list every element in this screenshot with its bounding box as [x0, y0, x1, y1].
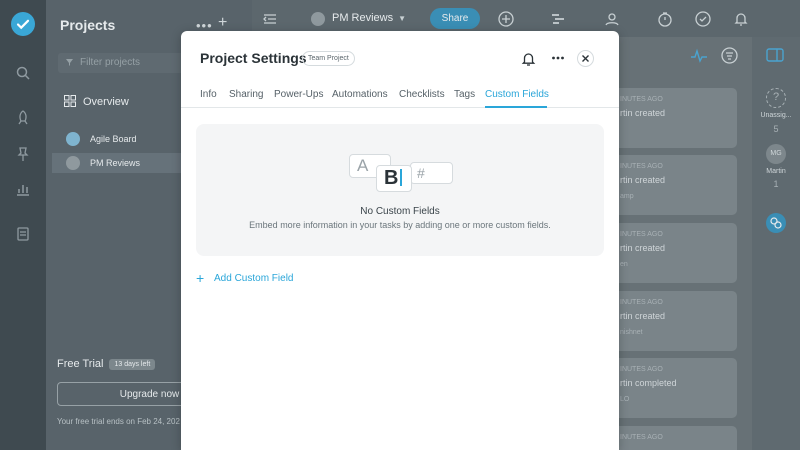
document-icon[interactable]	[15, 226, 31, 242]
empty-state-panel: A # B No Custom Fields Embed more inform…	[196, 124, 604, 256]
add-assignee-icon[interactable]	[766, 213, 786, 233]
bell-icon[interactable]	[733, 11, 749, 27]
gantt-icon[interactable]	[550, 11, 566, 27]
card-meta: INUTES AGO	[620, 434, 663, 441]
add-project-button[interactable]: +	[218, 14, 227, 32]
field-tile-letter: B	[384, 167, 399, 189]
chart-icon[interactable]	[15, 181, 31, 197]
card-meta: INUTES AGO	[620, 96, 663, 103]
empty-state-title: No Custom Fields	[360, 206, 440, 217]
close-icon[interactable]	[577, 50, 594, 67]
free-trial-title: Free Trial	[57, 358, 104, 370]
chevron-down-icon: ▼	[398, 14, 407, 23]
card-text: rtin created	[620, 243, 666, 253]
search-icon[interactable]	[15, 65, 31, 81]
plus-icon: +	[196, 270, 205, 286]
text-caret-icon	[400, 169, 403, 186]
project-avatar	[66, 156, 80, 170]
activity-card[interactable]: INUTES AGO rtin created nishnet	[610, 291, 737, 351]
activity-card[interactable]: INUTES AGO rtin completed LO	[610, 358, 737, 418]
project-label: Agile Board	[90, 134, 137, 144]
activity-icon[interactable]	[690, 48, 708, 64]
project-name: PM Reviews	[332, 12, 394, 24]
check-circle-icon[interactable]	[695, 11, 711, 27]
field-tile-number-icon: #	[410, 162, 453, 184]
filter-placeholder: Filter projects	[80, 57, 141, 68]
project-name-dropdown[interactable]: PM Reviews ▼	[332, 12, 406, 24]
card-text: rtin created	[620, 311, 666, 321]
card-sub: nishnet	[620, 329, 643, 336]
card-text: rtin created	[620, 108, 666, 118]
card-sub: en	[620, 261, 628, 268]
unassigned-avatar-icon[interactable]: ?	[766, 88, 786, 108]
unassigned-count: 5	[773, 124, 779, 134]
overview-link[interactable]: Overview	[64, 95, 129, 108]
assignee-column: ? Unassig... 5 MG Martin 1	[752, 37, 800, 450]
unassigned-label: Unassig...	[760, 112, 792, 119]
projects-title: Projects	[60, 17, 116, 33]
card-text: rtin completed	[620, 378, 677, 388]
share-button[interactable]: Share	[430, 8, 480, 29]
activity-card[interactable]: INUTES AGO	[610, 426, 737, 450]
tab-custom-fields[interactable]: Custom Fields	[485, 89, 549, 100]
add-custom-field-button[interactable]: + Add Custom Field	[196, 270, 293, 286]
card-meta: INUTES AGO	[620, 299, 663, 306]
activity-card[interactable]: INUTES AGO rtin created en	[610, 223, 737, 283]
martin-count: 1	[773, 179, 779, 189]
rocket-icon[interactable]	[15, 110, 31, 126]
card-sub: amp	[620, 193, 634, 200]
team-project-badge: Team Project	[302, 51, 355, 66]
tab-power-ups[interactable]: Power-Ups	[274, 89, 323, 100]
tab-tags[interactable]: Tags	[454, 89, 475, 100]
card-meta: INUTES AGO	[620, 366, 663, 373]
project-avatar-icon	[310, 11, 326, 27]
add-circle-icon[interactable]	[498, 11, 514, 27]
martin-avatar[interactable]: MG	[766, 144, 786, 164]
app-icon-bar	[0, 0, 46, 450]
active-tab-indicator	[485, 106, 547, 108]
modal-title: Project Settings	[200, 50, 307, 66]
grid-icon	[64, 95, 76, 107]
activity-card[interactable]: INUTES AGO rtin created amp	[610, 155, 737, 215]
free-trial-section: Free Trial 13 days left	[57, 358, 156, 370]
field-tile-cursor-icon: B	[376, 165, 412, 192]
project-settings-modal: Project Settings Team Project Info Shari…	[181, 31, 619, 450]
card-meta: INUTES AGO	[620, 163, 663, 170]
pin-icon[interactable]	[15, 146, 31, 162]
filter-icon	[65, 58, 74, 70]
card-sub: LO	[620, 396, 630, 403]
app-logo-icon[interactable]	[11, 12, 35, 36]
tab-info[interactable]: Info	[200, 89, 217, 100]
filter-circle-icon[interactable]	[721, 47, 738, 64]
card-meta: INUTES AGO	[620, 231, 663, 238]
settings-tabs: Info Sharing Power-Ups Automations Check…	[181, 84, 619, 108]
notification-bell-icon[interactable]	[521, 51, 536, 67]
team-icon[interactable]	[604, 11, 620, 27]
layout-toggle-icon[interactable]	[766, 48, 784, 62]
more-options-icon[interactable]	[551, 51, 565, 65]
project-label: PM Reviews	[90, 158, 141, 168]
add-custom-field-label: Add Custom Field	[214, 273, 294, 284]
project-avatar	[66, 132, 80, 146]
timer-icon[interactable]	[657, 11, 673, 27]
trial-ends-text: Your free trial ends on Feb 24, 202	[57, 417, 180, 426]
activity-card[interactable]: INUTES AGO rtin created	[610, 88, 737, 148]
days-left-badge: 13 days left	[109, 359, 156, 370]
tab-sharing[interactable]: Sharing	[229, 89, 263, 100]
collapse-sidebar-icon[interactable]	[262, 11, 278, 27]
empty-state-description: Embed more information in your tasks by …	[249, 220, 551, 230]
martin-label: Martin	[766, 168, 786, 175]
overview-label: Overview	[83, 96, 129, 108]
tab-checklists[interactable]: Checklists	[399, 89, 445, 100]
tab-automations[interactable]: Automations	[332, 89, 388, 100]
card-text: rtin created	[620, 175, 666, 185]
